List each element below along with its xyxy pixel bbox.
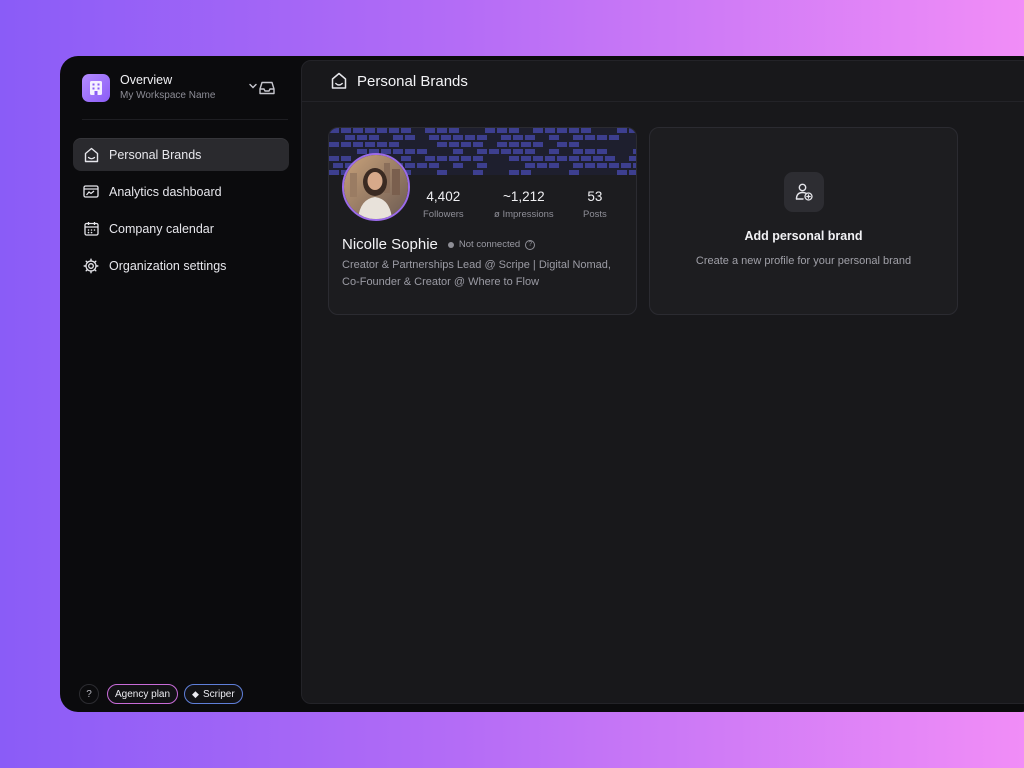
stat-value: ~1,212 — [502, 189, 545, 204]
inbox-icon[interactable] — [258, 80, 276, 96]
stat-posts: 53 Posts — [583, 189, 607, 221]
workspace-switcher[interactable]: Overview My Workspace Name — [82, 73, 282, 103]
scriper-badge[interactable]: ◆ Scriper — [184, 684, 243, 704]
home-icon — [331, 72, 347, 89]
sidebar-item-organization-settings[interactable]: Organization settings — [73, 249, 289, 282]
help-button[interactable]: ? — [79, 684, 99, 704]
add-brand-title: Add personal brand — [744, 229, 863, 243]
main-panel: Personal Brands 4,402 Followers ~1,212 ø… — [301, 60, 1024, 704]
gear-icon — [83, 258, 99, 274]
sidebar-item-personal-brands[interactable]: Personal Brands — [73, 138, 289, 171]
sidebar-item-company-calendar[interactable]: Company calendar — [73, 212, 289, 245]
stat-followers: 4,402 Followers — [423, 189, 464, 221]
sidebar-divider — [82, 119, 288, 120]
calendar-icon — [83, 221, 99, 237]
add-brand-card[interactable]: Add personal brand Create a new profile … — [649, 127, 958, 315]
sidebar-nav: Personal Brands Analytics dashboard Comp… — [73, 138, 289, 286]
sidebar-item-label: Organization settings — [109, 258, 227, 273]
workspace-logo-icon — [82, 74, 110, 102]
brand-bio: Creator & Partnerships Lead @ Scripe | D… — [342, 259, 611, 288]
stat-value: 53 — [587, 189, 603, 204]
scriper-label: Scriper — [202, 688, 235, 700]
scriper-logo-icon: ◆ — [192, 688, 199, 699]
stat-label: Posts — [583, 209, 607, 220]
sidebar: Overview My Workspace Name Personal Bran… — [60, 56, 300, 712]
workspace-name: My Workspace Name — [120, 90, 216, 101]
workspace-title: Overview — [120, 73, 173, 87]
connection-status: Not connected ? — [447, 239, 536, 250]
brand-name: Nicolle Sophie — [342, 236, 438, 253]
brand-name-row: Nicolle Sophie Not connected ? — [342, 236, 536, 253]
add-user-icon — [784, 172, 824, 212]
stat-label: ø Impressions — [494, 209, 554, 220]
analytics-icon — [83, 184, 99, 200]
sidebar-item-label: Analytics dashboard — [109, 184, 222, 199]
sidebar-item-label: Personal Brands — [109, 147, 202, 162]
sidebar-item-label: Company calendar — [109, 221, 214, 236]
plan-label: Agency plan — [115, 688, 171, 700]
brand-card[interactable]: 4,402 Followers ~1,212 ø Impressions 53 … — [328, 127, 637, 315]
sidebar-item-analytics-dashboard[interactable]: Analytics dashboard — [73, 175, 289, 208]
chevron-down-icon[interactable] — [248, 81, 258, 91]
add-brand-subtitle: Create a new profile for your personal b… — [695, 255, 912, 267]
status-label: Not connected — [458, 239, 521, 250]
plan-badge[interactable]: Agency plan — [107, 684, 179, 704]
sidebar-footer: ? Agency plan ◆ Scriper — [79, 684, 243, 704]
info-icon[interactable]: ? — [525, 239, 536, 250]
status-dot-icon — [447, 241, 454, 248]
stat-impressions: ~1,212 ø Impressions — [494, 189, 554, 221]
avatar — [342, 153, 410, 221]
home-icon — [83, 147, 99, 163]
page-title: Personal Brands — [357, 72, 468, 90]
stat-value: 4,402 — [426, 189, 461, 204]
stat-label: Followers — [423, 209, 464, 220]
page-header: Personal Brands — [302, 61, 1024, 102]
app-window: Overview My Workspace Name Personal Bran… — [60, 56, 1024, 712]
